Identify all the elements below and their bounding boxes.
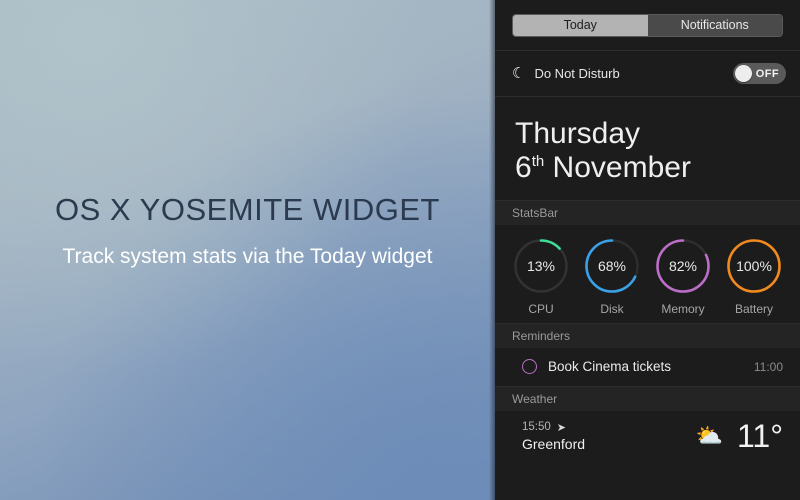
segmented-control-wrapper: Today Notifications (495, 0, 800, 50)
promo-panel: OS X YOSEMITE WIDGET Track system stats … (0, 0, 495, 500)
stat-memory[interactable]: 82% Memory (651, 236, 715, 316)
weather-temperature: 11° (736, 418, 783, 455)
weather-location-block: 15:50 ➤ Greenford (522, 421, 696, 452)
stat-battery-label: Battery (734, 302, 773, 317)
promo-text-block: OS X YOSEMITE WIDGET Track system stats … (0, 192, 495, 269)
date-line-two: 6th November (515, 151, 780, 185)
stats-ring-group: 13% CPU 68% Disk 82% Memory 100% Battery (495, 225, 800, 323)
ring-battery: 100% (724, 236, 784, 296)
notification-center: Today Notifications ☾ Do Not Disturb OFF… (495, 0, 800, 500)
stat-battery[interactable]: 100% Battery (722, 236, 786, 316)
location-arrow-icon: ➤ (556, 421, 566, 434)
stat-memory-value: 82% (668, 258, 698, 275)
ring-cpu: 13% (511, 236, 571, 296)
toggle-state-label: OFF (755, 67, 779, 80)
promo-subtitle: Track system stats via the Today widget (62, 245, 433, 268)
moon-icon: ☾ (512, 65, 526, 82)
tab-notifications[interactable]: Notifications (647, 15, 782, 36)
date-day-number: 6 (515, 150, 532, 184)
stat-memory-label: Memory (661, 302, 705, 317)
stat-disk-label: Disk (600, 302, 624, 317)
toggle-knob (735, 65, 752, 82)
weather-time-row: 15:50 ➤ (522, 421, 696, 434)
do-not-disturb-row[interactable]: ☾ Do Not Disturb OFF (495, 51, 800, 96)
date-ordinal: th (531, 152, 545, 170)
stats-section: 13% CPU 68% Disk 82% Memory 100% Battery (495, 225, 800, 324)
reminder-item[interactable]: Book Cinema tickets 11:00 (495, 348, 800, 386)
stat-cpu[interactable]: 13% CPU (509, 236, 573, 316)
ring-disk: 68% (582, 236, 642, 296)
date-block: Thursday 6th November (495, 97, 800, 201)
reminder-time: 11:00 (753, 359, 783, 374)
reminder-title: Book Cinema tickets (548, 359, 672, 375)
section-header-stats: StatsBar (495, 200, 800, 226)
promo-title: OS X YOSEMITE WIDGET (55, 192, 440, 227)
date-month: November (552, 150, 691, 184)
weather-time: 15:50 (522, 421, 551, 434)
section-header-reminders: Reminders (495, 323, 800, 349)
segmented-control[interactable]: Today Notifications (512, 14, 783, 37)
do-not-disturb-toggle[interactable]: OFF (733, 63, 786, 84)
ring-memory: 82% (653, 236, 713, 296)
stat-cpu-label: CPU (528, 302, 554, 317)
date-weekday: Thursday (515, 117, 641, 150)
weather-section: 15:50 ➤ Greenford ⛅ 11° (495, 411, 800, 462)
reminder-checkbox-icon[interactable] (522, 359, 537, 375)
stat-disk[interactable]: 68% Disk (580, 236, 644, 316)
screen: OS X YOSEMITE WIDGET Track system stats … (0, 0, 800, 500)
section-header-weather: Weather (495, 386, 800, 412)
reminders-section: Book Cinema tickets 11:00 (495, 348, 800, 387)
stat-disk-value: 68% (597, 258, 627, 275)
weather-city: Greenford (522, 435, 586, 452)
sun-behind-cloud-icon: ⛅ (695, 423, 723, 449)
tab-today[interactable]: Today (513, 15, 648, 36)
stat-cpu-value: 13% (526, 258, 556, 275)
stat-battery-value: 100% (736, 258, 772, 275)
weather-row[interactable]: 15:50 ➤ Greenford ⛅ 11° (495, 411, 800, 461)
do-not-disturb-label: Do Not Disturb (534, 66, 620, 81)
